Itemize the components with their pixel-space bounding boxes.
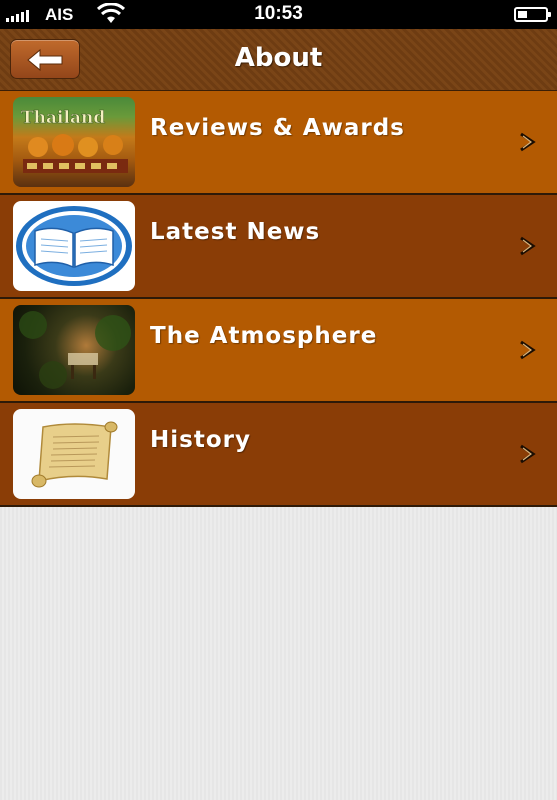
- page-title: About: [234, 43, 323, 73]
- open-book-icon: [13, 201, 135, 291]
- status-bar: AIS 10:53: [0, 0, 557, 29]
- atmosphere-photo-thumbnail: [13, 305, 135, 395]
- menu-item-reviews-awards[interactable]: Thailand Reviews & Awards: [0, 91, 557, 195]
- battery-icon: [514, 7, 551, 22]
- navigation-bar: About: [0, 29, 557, 91]
- menu-item-label: Reviews & Awards: [150, 115, 405, 141]
- menu-item-atmosphere[interactable]: The Atmosphere: [0, 299, 557, 403]
- status-time: 10:53: [254, 3, 303, 24]
- thailand-book-thumbnail: Thailand: [13, 97, 135, 187]
- menu-list: Thailand Reviews & Awards Latest News Th…: [0, 91, 557, 507]
- menu-item-label: Latest News: [150, 219, 321, 245]
- thumbnail-text-thailand: Thailand: [21, 108, 105, 128]
- scroll-icon: [13, 409, 135, 499]
- menu-item-history[interactable]: History: [0, 403, 557, 507]
- chevron-right-icon: [520, 236, 536, 256]
- menu-item-label: History: [150, 427, 251, 453]
- menu-item-label: The Atmosphere: [150, 323, 378, 349]
- menu-item-latest-news[interactable]: Latest News: [0, 195, 557, 299]
- page-background: [0, 507, 557, 800]
- chevron-right-icon: [520, 132, 536, 152]
- chevron-right-icon: [520, 444, 536, 464]
- chevron-right-icon: [520, 340, 536, 360]
